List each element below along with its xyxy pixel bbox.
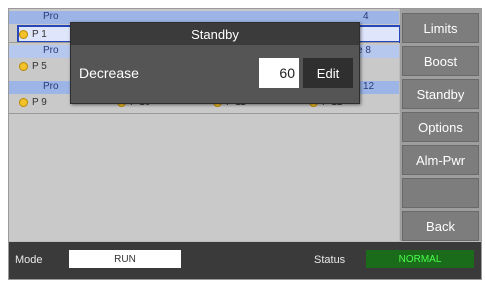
sidebar: Limits Boost Standby Options Alm-Pwr Bac… [400, 9, 481, 241]
status-bar: Mode RUN Status NORMAL [9, 242, 481, 279]
alm-pwr-button[interactable]: Alm-Pwr [402, 145, 479, 175]
mode-label: Mode [15, 254, 43, 266]
row-3-header-left: Pro [43, 81, 59, 92]
options-button[interactable]: Options [402, 112, 479, 142]
zone-status-icon [19, 61, 28, 71]
status-value: NORMAL [366, 250, 474, 268]
decrease-label: Decrease [79, 65, 139, 81]
zone-p9[interactable]: P 9 [19, 95, 47, 109]
status-label: Status [314, 254, 346, 266]
row-3-header-right: 12 [363, 81, 375, 92]
zone-p5[interactable]: P 5 [19, 59, 47, 73]
mode-value: RUN [69, 250, 181, 268]
zone-label: P 5 [32, 60, 47, 72]
row-1-header-right: 4 [363, 11, 369, 22]
edit-button[interactable]: Edit [303, 58, 353, 88]
zone-label: P 9 [32, 96, 47, 108]
decrease-value-field[interactable]: 60 [259, 58, 299, 88]
limits-button[interactable]: Limits [402, 13, 479, 43]
standby-button[interactable]: Standby [402, 79, 479, 109]
row-1-header-left: Pro [43, 11, 59, 22]
blank-button[interactable] [402, 178, 479, 208]
zone-status-icon [19, 97, 28, 107]
dialog-title: Standby [71, 23, 359, 45]
standby-dialog: Standby Decrease 60 Edit [70, 22, 360, 104]
boost-button[interactable]: Boost [402, 46, 479, 76]
back-button[interactable]: Back [402, 211, 479, 241]
row-2-header-left: Pro [43, 45, 59, 56]
zone-status-icon [19, 29, 28, 39]
zone-label: P 1 [32, 28, 47, 40]
hmi-screen: Pro 4 P 1 Pro e 8 P 5 Pro 12 P 9 Limits … [8, 8, 482, 280]
